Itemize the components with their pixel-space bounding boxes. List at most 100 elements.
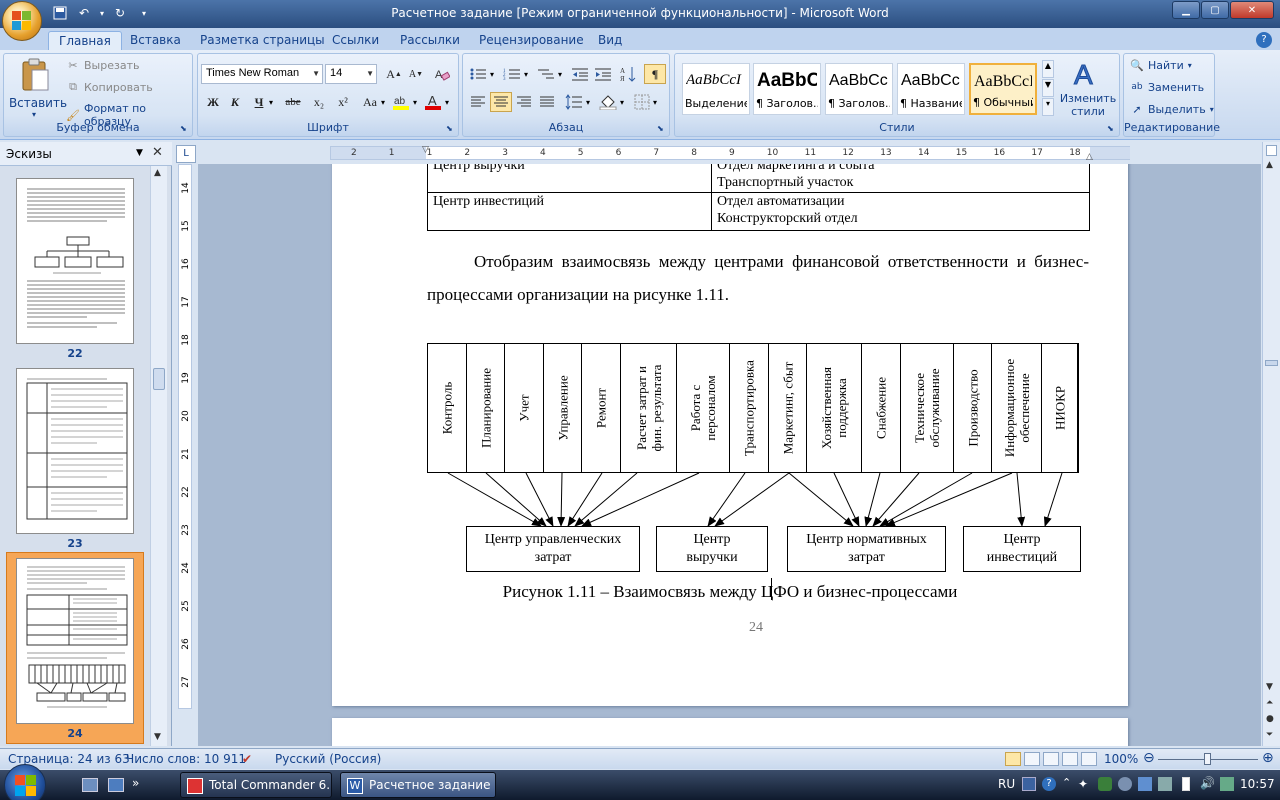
multilevel-list-icon[interactable] — [535, 64, 557, 84]
help-tray-icon[interactable]: ? — [1042, 777, 1056, 791]
thumbnails-title[interactable]: Эскизы — [6, 147, 52, 161]
zoom-out-icon[interactable]: ⊖ — [1143, 750, 1155, 766]
scroll-up-icon[interactable]: ▲ — [1266, 160, 1273, 170]
font-color-dropdown-icon[interactable]: ▾ — [445, 98, 449, 107]
align-center-icon[interactable] — [490, 92, 512, 112]
shading-dropdown-icon[interactable]: ▾ — [620, 98, 624, 107]
horizontal-ruler[interactable]: 2 1 1 2 3 4 5 6 7 8 9 10 11 12 13 14 15 16 17 18 ▽ △ — [330, 145, 1130, 162]
figure-center-box[interactable]: Центр выручки — [656, 526, 768, 572]
tray-antivirus-icon[interactable] — [1098, 777, 1112, 791]
multilevel-dropdown-icon[interactable]: ▾ — [558, 70, 562, 79]
tab-page-layout[interactable]: Разметка страницы — [190, 31, 335, 50]
copy-button[interactable]: ⧉ Копировать — [66, 80, 153, 94]
justify-icon[interactable] — [536, 92, 558, 112]
tab-selector[interactable]: L — [176, 145, 196, 163]
styles-more-icon[interactable]: ▾ — [1042, 98, 1054, 116]
next-page-icon[interactable]: ⏷ — [1266, 730, 1273, 740]
proofing-icon[interactable]: ✔ — [242, 752, 252, 766]
tray-update-icon[interactable] — [1158, 777, 1172, 791]
status-word-count[interactable]: Число слов: 10 911 — [126, 752, 246, 766]
thumbnails-scrollbar[interactable]: ▲ ▼ — [150, 166, 167, 746]
start-button[interactable] — [4, 764, 46, 800]
tab-references[interactable]: Ссылки — [322, 31, 389, 50]
document-scrollbar[interactable]: ▲ ▼ ⏶ ● ⏷ — [1262, 142, 1280, 746]
quicklaunch-more-icon[interactable]: » — [132, 776, 139, 790]
close-button[interactable]: ✕ — [1230, 1, 1274, 19]
highlight-icon[interactable]: ab — [390, 92, 412, 112]
line-spacing-dropdown-icon[interactable]: ▾ — [586, 98, 590, 107]
sort-icon[interactable]: AЯ — [618, 64, 640, 84]
full-screen-reading-view-icon[interactable] — [1024, 752, 1040, 766]
thumbnails-scroll-down-icon[interactable]: ▼ — [154, 732, 161, 742]
figure-center-box[interactable]: Центр инвестиций — [963, 526, 1081, 572]
styles-dialog-launcher-icon[interactable]: ⬊ — [1107, 124, 1117, 134]
scroll-thumb[interactable] — [1265, 360, 1278, 366]
line-spacing-icon[interactable] — [563, 92, 585, 112]
style-emphasis[interactable]: AaBbCcI Выделение — [682, 63, 750, 115]
vertical-ruler[interactable]: 14 15 16 17 18 19 20 21 22 23 24 25 26 27 — [178, 164, 192, 709]
thumbnail-page-22[interactable] — [16, 178, 134, 344]
underline-dropdown-icon[interactable]: ▾ — [269, 98, 273, 107]
style-heading-1[interactable]: AaBbC ¶ Заголов... — [753, 63, 821, 115]
volume-icon[interactable]: 🔊 — [1200, 776, 1215, 790]
draft-view-icon[interactable] — [1081, 752, 1097, 766]
shading-icon[interactable] — [597, 92, 619, 112]
tab-home[interactable]: Главная — [48, 31, 122, 50]
scroll-down-icon[interactable]: ▼ — [1266, 682, 1273, 692]
show-formatting-marks-icon[interactable]: ¶ — [644, 64, 666, 84]
indent-marker-icon[interactable]: ▽ — [422, 145, 429, 155]
tab-view[interactable]: Вид — [588, 31, 632, 50]
cut-button[interactable]: ✂ Вырезать — [66, 58, 139, 72]
zoom-level[interactable]: 100% — [1104, 752, 1138, 766]
tab-insert[interactable]: Вставка — [120, 31, 191, 50]
borders-icon[interactable] — [631, 92, 653, 112]
zoom-in-icon[interactable]: ⊕ — [1262, 750, 1274, 766]
numbering-icon[interactable]: 123 — [501, 64, 523, 84]
bullets-dropdown-icon[interactable]: ▾ — [490, 70, 494, 79]
quicklaunch-show-desktop-icon[interactable] — [82, 778, 98, 792]
style-normal[interactable]: AaBbCcI ¶ Обычный — [969, 63, 1037, 115]
thumbnail-page-23[interactable] — [16, 368, 134, 534]
network-status-icon[interactable] — [1220, 777, 1234, 791]
input-language[interactable]: RU — [998, 777, 1015, 791]
superscript-button[interactable]: x² — [332, 92, 354, 112]
grow-font-icon[interactable]: A ▲ — [383, 64, 405, 84]
office-button[interactable] — [2, 1, 42, 41]
change-styles-button[interactable]: A Изменить стили — [1058, 56, 1118, 120]
strikethrough-button[interactable]: abe — [282, 92, 304, 112]
battery-icon[interactable] — [1182, 777, 1190, 791]
status-language[interactable]: Русский (Россия) — [275, 752, 381, 766]
styles-scroll-down-icon[interactable]: ▼ — [1042, 79, 1054, 97]
document-page[interactable]: Центр выручки Отдел маркетинга и сбыта Т… — [332, 164, 1128, 706]
ruler-toggle-icon[interactable] — [1266, 145, 1277, 156]
thumbnail-page-24[interactable] — [16, 558, 134, 724]
outline-view-icon[interactable] — [1062, 752, 1078, 766]
font-size-combo[interactable]: 14 ▼ — [325, 64, 377, 84]
zoom-slider-knob[interactable] — [1204, 753, 1211, 765]
tray-security-icon[interactable] — [1138, 777, 1152, 791]
font-color-icon[interactable]: A — [422, 92, 444, 112]
font-dialog-launcher-icon[interactable]: ⬊ — [446, 124, 456, 134]
change-case-button[interactable]: Aa — [358, 92, 382, 112]
thumbnails-scroll-up-icon[interactable]: ▲ — [154, 168, 161, 178]
tray-network-icon[interactable] — [1118, 777, 1132, 791]
language-bar-icon[interactable] — [1022, 777, 1036, 791]
replace-button[interactable]: ab Заменить — [1130, 80, 1204, 94]
styles-scroll-up-icon[interactable]: ▲ — [1042, 60, 1054, 78]
clear-formatting-icon[interactable]: A — [431, 64, 453, 84]
right-indent-marker-icon[interactable]: △ — [1086, 152, 1093, 162]
align-left-icon[interactable] — [467, 92, 489, 112]
decrease-indent-icon[interactable] — [569, 64, 591, 84]
paragraph-dialog-launcher-icon[interactable]: ⬊ — [657, 124, 667, 134]
taskbar-item-total-commander[interactable]: Total Commander 6.... — [180, 772, 332, 798]
taskbar-item-word[interactable]: W Расчетное задание ... — [340, 772, 496, 798]
numbering-dropdown-icon[interactable]: ▾ — [524, 70, 528, 79]
increase-indent-icon[interactable] — [592, 64, 614, 84]
clock[interactable]: 10:57 — [1240, 777, 1275, 791]
underline-button[interactable]: Ч — [248, 92, 270, 112]
shrink-font-icon[interactable]: A ▼ — [405, 64, 427, 84]
paste-button[interactable]: Вставить ▾ — [8, 56, 67, 119]
print-layout-view-icon[interactable] — [1005, 752, 1021, 766]
bullets-icon[interactable] — [467, 64, 489, 84]
change-case-dropdown-icon[interactable]: ▾ — [381, 98, 385, 107]
